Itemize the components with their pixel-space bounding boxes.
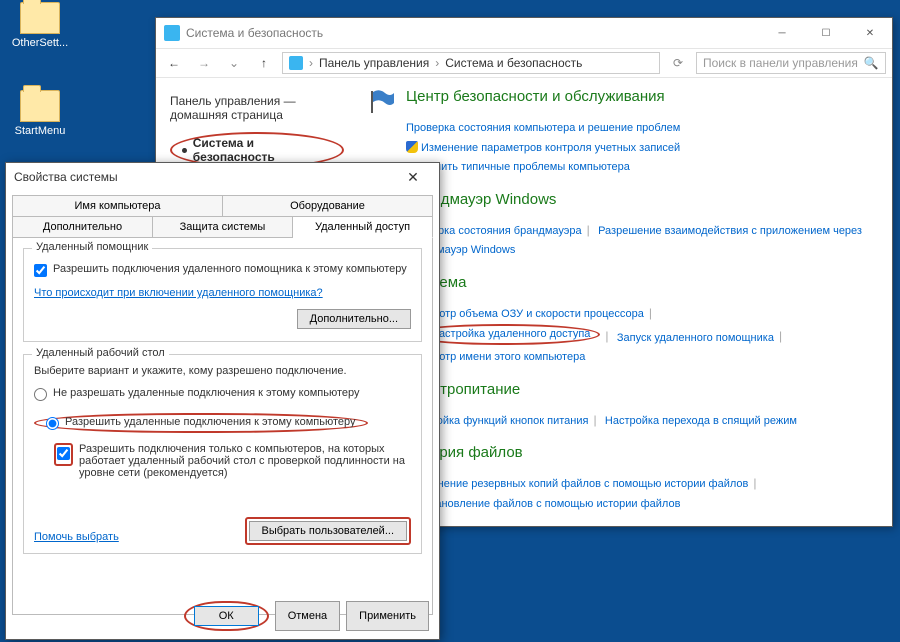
task-link[interactable]: Просмотр объема ОЗУ и скорости процессор… xyxy=(406,308,644,320)
task-link[interactable]: Изменение параметров контроля учетных за… xyxy=(421,142,680,154)
checkbox-input[interactable] xyxy=(34,264,47,277)
radio-label: Не разрешать удаленные подключения к это… xyxy=(53,387,360,399)
maximize-button[interactable]: ☐ xyxy=(804,18,848,48)
address-bar[interactable]: › Панель управления › Система и безопасн… xyxy=(282,52,660,74)
dialog-close-button[interactable]: ✕ xyxy=(395,164,431,190)
titlebar: Система и безопасность ─ ☐ ✕ xyxy=(156,18,892,48)
cancel-button[interactable]: Отмена xyxy=(275,601,340,631)
remote-assistance-group: Удаленный помощник Разрешить подключения… xyxy=(23,248,422,342)
apply-button[interactable]: Применить xyxy=(346,601,429,631)
system-properties-dialog: Свойства системы ✕ Имя компьютера Оборуд… xyxy=(5,162,440,640)
task-link[interactable]: Восстановление файлов с помощью истории … xyxy=(406,498,680,510)
folder-icon xyxy=(20,2,60,34)
nla-checkbox[interactable]: Разрешить подключения только с компьютер… xyxy=(54,443,411,479)
help-choose-link[interactable]: Помочь выбрать xyxy=(34,531,119,543)
radio-allow-remote[interactable]: Разрешить удаленные подключения к этому … xyxy=(46,416,356,430)
group-title: Удаленный помощник xyxy=(32,241,152,253)
recent-dropdown[interactable]: ⌄ xyxy=(222,51,246,75)
search-placeholder: Поиск в панели управления xyxy=(703,56,858,70)
flag-icon xyxy=(368,88,396,116)
radio-input[interactable] xyxy=(46,417,59,430)
dialog-button-row: ОК Отмена Применить xyxy=(184,601,429,631)
dialog-title: Свойства системы xyxy=(14,170,118,184)
forward-button[interactable]: → xyxy=(192,51,216,75)
tab-panel-remote: Удаленный помощник Разрешить подключения… xyxy=(12,237,433,615)
allow-remote-assistance-checkbox[interactable]: Разрешить подключения удаленного помощни… xyxy=(34,263,411,277)
tab-remote[interactable]: Удаленный доступ xyxy=(293,216,433,238)
control-panel-icon xyxy=(164,25,180,41)
desktop-folder-othersett[interactable]: OtherSett... xyxy=(5,2,75,49)
search-icon: 🔍 xyxy=(864,56,879,70)
radio-label: Разрешить удаленные подключения к этому … xyxy=(65,416,356,428)
radio-deny-remote[interactable]: Не разрешать удаленные подключения к это… xyxy=(34,387,411,401)
checkbox-label: Разрешить подключения только с компьютер… xyxy=(79,443,411,479)
desktop-folder-startmenu[interactable]: StartMenu xyxy=(5,90,75,137)
task-link[interactable]: Настройка перехода в спящий режим xyxy=(605,415,797,427)
task-link-remote-access[interactable]: Настройка удаленного доступа xyxy=(431,326,590,344)
tab-computer-name[interactable]: Имя компьютера xyxy=(12,195,223,217)
tab-hardware[interactable]: Оборудование xyxy=(223,195,433,217)
select-users-button[interactable]: Выбрать пользователей... xyxy=(249,521,408,541)
folder-icon xyxy=(20,90,60,122)
task-link[interactable]: Запуск удаленного помощника xyxy=(617,331,774,343)
back-button[interactable]: ← xyxy=(162,51,186,75)
tab-advanced[interactable]: Дополнительно xyxy=(12,216,153,238)
navigation-bar: ← → ⌄ ↑ › Панель управления › Система и … xyxy=(156,48,892,78)
sidebar-item-label: Система и безопасность xyxy=(193,136,332,164)
search-input[interactable]: Поиск в панели управления 🔍 xyxy=(696,52,886,74)
refresh-button[interactable]: ⟳ xyxy=(666,51,690,75)
task-link[interactable]: Сохранение резервных копий файлов с помо… xyxy=(406,478,748,490)
remote-desktop-group: Удаленный рабочий стол Выберите вариант … xyxy=(23,354,422,554)
category-security-center[interactable]: Центр безопасности и обслуживания xyxy=(406,88,665,105)
remote-assistance-advanced-button[interactable]: Дополнительно... xyxy=(297,309,411,329)
radio-input[interactable] xyxy=(34,388,47,401)
desktop-icon-label: StartMenu xyxy=(15,125,66,137)
up-button[interactable]: ↑ xyxy=(252,51,276,75)
checkbox-input[interactable] xyxy=(57,447,70,460)
control-panel-icon xyxy=(289,56,303,70)
desktop-icon-label: OtherSett... xyxy=(12,37,68,49)
remote-assistance-help-link[interactable]: Что происходит при включении удаленного … xyxy=(34,287,323,299)
task-link[interactable]: Проверка состояния компьютера и решение … xyxy=(406,122,680,134)
close-button[interactable]: ✕ xyxy=(848,18,892,48)
remote-desktop-intro: Выберите вариант и укажите, кому разреше… xyxy=(34,365,411,377)
shield-icon xyxy=(406,141,418,153)
breadcrumb-item[interactable]: Панель управления xyxy=(319,56,429,70)
breadcrumb-item[interactable]: Система и безопасность xyxy=(445,56,582,70)
checkbox-label: Разрешить подключения удаленного помощни… xyxy=(53,263,407,275)
sidebar-home-link[interactable]: Панель управления — домашняя страница xyxy=(170,94,344,122)
group-title: Удаленный рабочий стол xyxy=(32,347,169,359)
minimize-button[interactable]: ─ xyxy=(760,18,804,48)
ok-button[interactable]: ОК xyxy=(194,606,259,626)
window-title: Система и безопасность xyxy=(186,26,323,40)
tab-strip: Имя компьютера Оборудование Дополнительн… xyxy=(6,191,439,237)
tab-system-protection[interactable]: Защита системы xyxy=(153,216,293,238)
dialog-titlebar: Свойства системы ✕ xyxy=(6,163,439,191)
bullet-icon xyxy=(182,148,187,153)
